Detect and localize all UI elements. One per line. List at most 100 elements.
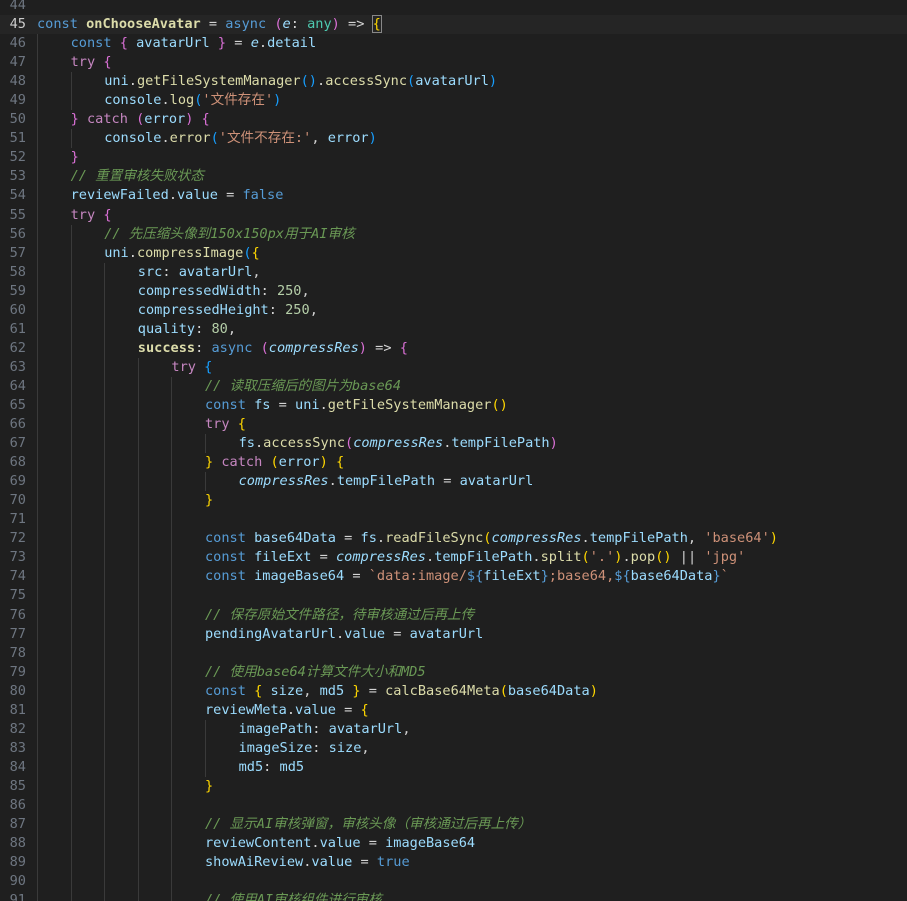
indent-guide <box>37 319 38 339</box>
code-token: } <box>70 111 87 128</box>
line-number: 80 <box>9 682 26 699</box>
code-line[interactable]: 79 // 使用base64计算文件大小和MD5 <box>0 662 907 682</box>
code-line[interactable]: 69 compressRes.tempFilePath = avatarUrl <box>0 472 907 492</box>
code-line[interactable]: 77 pendingAvatarUrl.value = avatarUrl <box>0 624 907 644</box>
code-line[interactable]: 81 reviewMeta.value = { <box>0 700 907 720</box>
code-line[interactable]: 75 <box>0 586 907 606</box>
code-token: avatarUrl <box>415 73 489 90</box>
indent-guide <box>104 795 106 816</box>
code-line[interactable]: 76 // 保存原始文件路径，待审核通过后再上传 <box>0 605 907 625</box>
code-line[interactable]: 87 // 显示AI审核弹窗，审核头像（审核通过后再上传） <box>0 815 907 835</box>
code-token: => <box>339 16 373 33</box>
code-token: compressedHeight <box>137 301 269 318</box>
code-token: ( <box>274 16 283 33</box>
indent-guide <box>104 757 106 777</box>
code-line[interactable]: 85} <box>0 776 907 796</box>
code-token: error <box>278 454 320 471</box>
code-line[interactable]: 71 <box>0 510 907 530</box>
code-line[interactable]: 50} catch (error) { <box>0 110 907 130</box>
code-token: . <box>311 835 320 852</box>
code-line[interactable]: 73 const fileExt = compressRes.tempFilePa… <box>0 548 907 568</box>
code-token: 'jpg' <box>704 549 746 566</box>
code-line[interactable]: 88 reviewContent.value = imageBase64 <box>0 834 907 854</box>
code-line[interactable]: 56 // 先压缩头像到150x150px用于AI审核 <box>0 224 907 244</box>
indent-guide <box>37 300 38 320</box>
indent-guide <box>37 72 38 92</box>
code-line[interactable]: 65 const fs = uni.getFileSystemManager() <box>0 395 907 416</box>
indent-guide <box>37 281 38 301</box>
code-line[interactable]: 70} <box>0 491 907 511</box>
code-line[interactable]: 51 console.error('文件不存在:', error) <box>0 129 907 149</box>
code-line[interactable]: 90 <box>0 872 907 892</box>
code-token: { <box>103 54 112 71</box>
code-token: imageSize <box>238 739 313 756</box>
code-line[interactable]: 63 try { <box>0 357 907 377</box>
code-token: . <box>128 73 137 90</box>
code-line[interactable]: 86 <box>0 795 907 816</box>
code-line[interactable]: 89 showAiReview.value = true <box>0 853 907 873</box>
code-token: . <box>335 625 345 642</box>
code-line[interactable]: 83 imageSize: size, <box>0 738 907 758</box>
code-token: log <box>169 92 195 109</box>
indent-guide <box>104 434 106 454</box>
line-number: 65 <box>9 396 26 413</box>
indent-guide <box>37 434 38 454</box>
code-token: = <box>344 568 369 585</box>
code-token: , <box>311 130 328 147</box>
code-line[interactable]: 84 md5: md5 <box>0 757 907 777</box>
code-line[interactable]: 54 reviewFailed.value = false <box>0 186 907 206</box>
code-line[interactable]: 80 const { size, md5 } = calcBase64Meta(b… <box>0 681 907 701</box>
code-token: . <box>319 396 328 413</box>
code-line[interactable]: 74 const imageBase64 = `data:image/${file… <box>0 567 907 587</box>
code-line[interactable]: 49 console.log('文件存在') <box>0 91 907 111</box>
indent-guide <box>104 300 106 320</box>
code-line[interactable]: 91 // 使用AI审核组件进行审核 <box>0 891 907 901</box>
code-token: . <box>376 530 386 547</box>
code-editor[interactable]: 44 45 const onChooseAvatar = async (e: any… <box>0 0 907 901</box>
code-line[interactable]: 78 <box>0 643 907 663</box>
code-token: , <box>309 301 318 318</box>
indent-guide <box>37 719 38 739</box>
indent-guide <box>104 491 106 511</box>
code-line[interactable]: 48 uni.getFileSystemManager().accessSync(… <box>0 72 907 92</box>
code-line[interactable]: 67 fs.accessSync(compressRes.tempFilePath… <box>0 434 907 454</box>
code-text: } catch (error) { <box>71 110 210 129</box>
code-line[interactable]: 72 const base64Data = fs.readFileSync(com… <box>0 529 907 549</box>
indent-guide <box>171 643 173 663</box>
code-text: try { <box>171 358 212 377</box>
code-line[interactable]: 55 try { <box>0 205 907 225</box>
code-line[interactable]: 45 const onChooseAvatar = async (e: any) … <box>0 15 907 35</box>
code-line[interactable]: 66 try { <box>0 415 907 435</box>
code-token: async <box>225 16 275 33</box>
line-number: 84 <box>9 758 26 775</box>
code-text: try { <box>71 53 112 72</box>
code-line[interactable]: 60 compressedHeight: 250, <box>0 300 907 320</box>
indent-guide <box>171 872 173 892</box>
code-token: { <box>251 244 260 261</box>
code-token: fs <box>238 435 255 452</box>
code-token: size <box>270 682 304 699</box>
code-line[interactable]: 62 success: async (compressRes) => { <box>0 338 907 358</box>
code-line[interactable]: 53 // 重置审核失败状态 <box>0 167 907 187</box>
code-line[interactable]: 58 src: avatarUrl, <box>0 262 907 282</box>
indent-guide <box>70 262 72 282</box>
indent-guide <box>70 605 72 625</box>
code-line[interactable]: 57 uni.compressImage({ <box>0 243 907 263</box>
code-line[interactable]: 46 const { avatarUrl } = e.detail <box>0 34 907 54</box>
code-line[interactable]: 82 imagePath: avatarUrl, <box>0 719 907 739</box>
code-line[interactable]: 59 compressedWidth: 250, <box>0 281 907 301</box>
code-line[interactable]: 47 try { <box>0 53 907 73</box>
line-number: 68 <box>9 454 26 471</box>
code-token: ` <box>720 568 729 585</box>
code-line[interactable]: 52} <box>0 148 907 168</box>
code-token: } <box>209 35 227 52</box>
code-line[interactable]: 68} catch (error) { <box>0 453 907 473</box>
line-number: 60 <box>9 301 26 318</box>
code-line[interactable]: 61 quality: 80, <box>0 319 907 339</box>
code-token: = <box>385 625 410 642</box>
code-token: reviewContent <box>205 835 312 852</box>
code-line[interactable]: 64 // 读取压缩后的图片为base64 <box>0 376 907 396</box>
code-token: try <box>70 206 104 223</box>
code-line[interactable]: 44 <box>0 0 907 15</box>
indent-guide <box>104 853 106 873</box>
